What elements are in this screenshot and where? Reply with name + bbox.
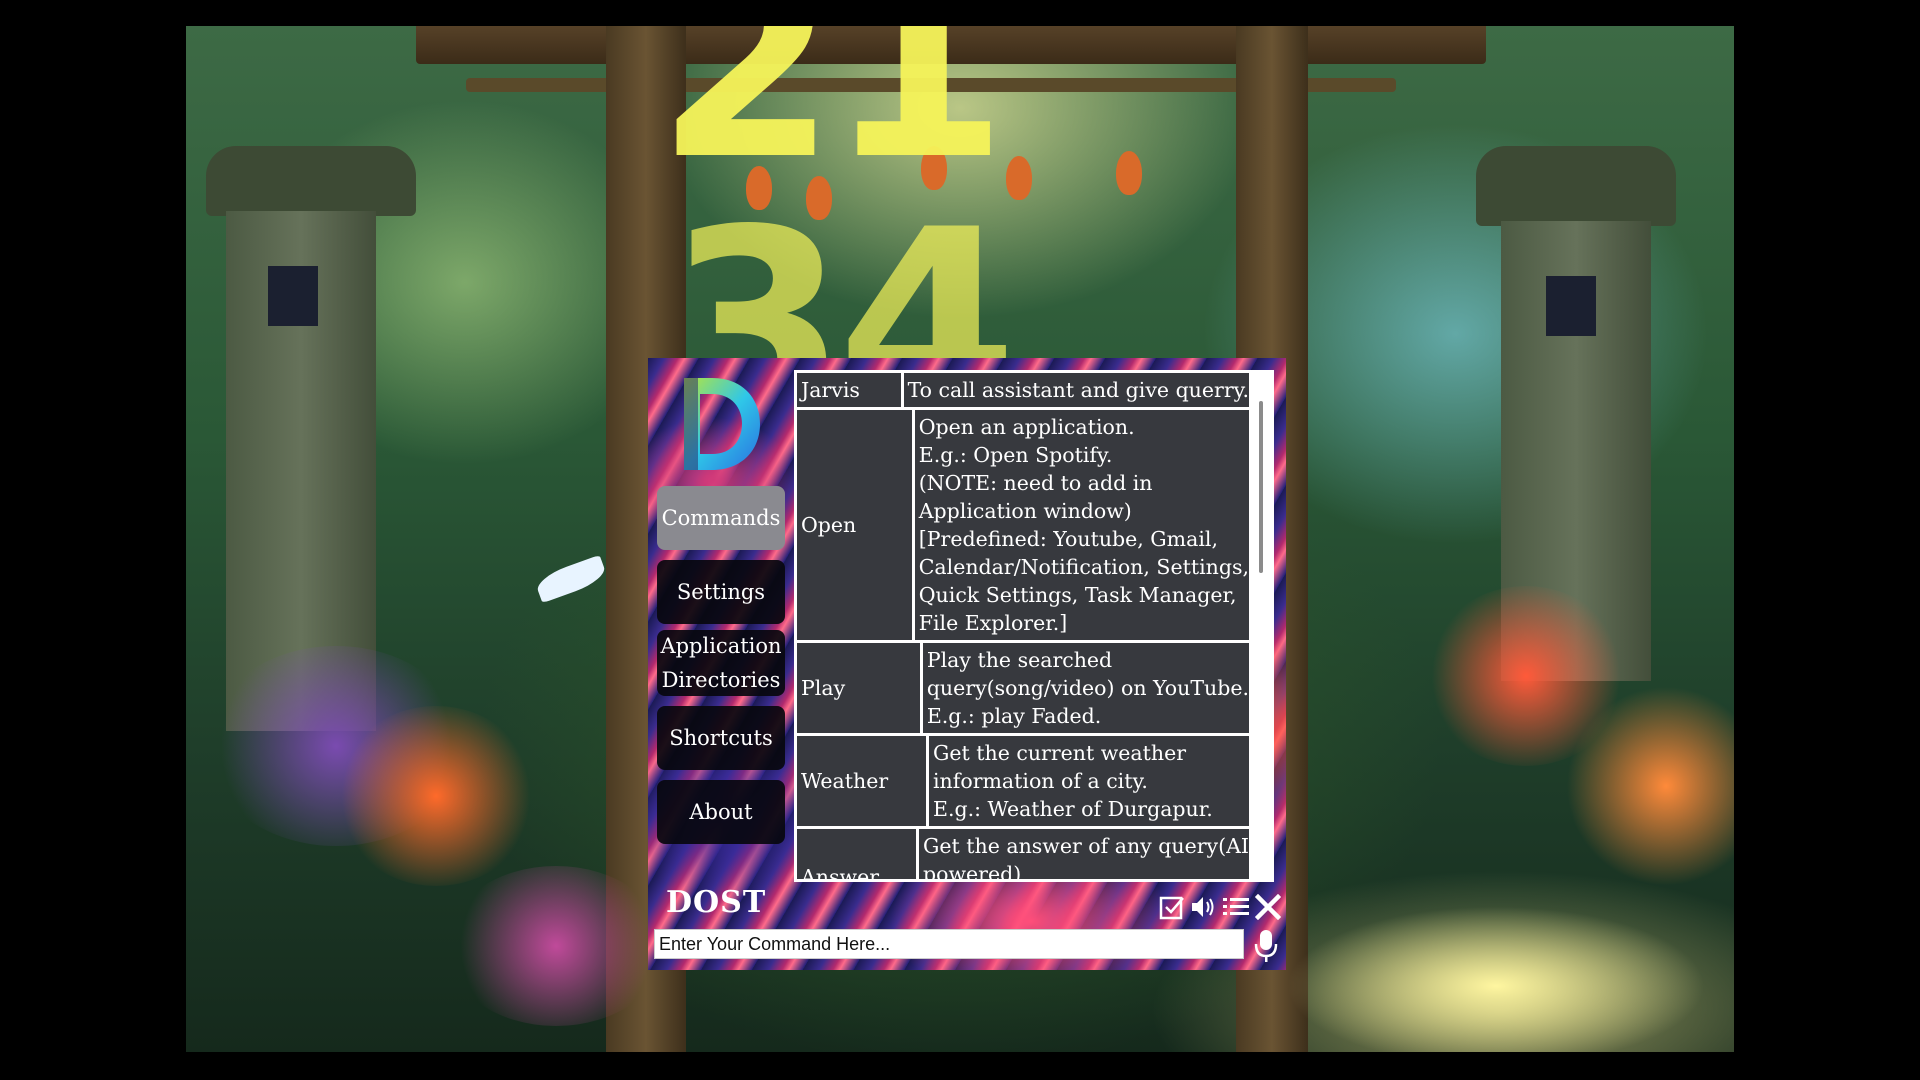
desc-line: Get the current weather [933,741,1186,765]
command-name: Jarvis [797,373,904,407]
microphone-icon[interactable] [1254,928,1278,964]
command-description: To call assistant and give querry. [904,373,1249,407]
table-row: Play Play the searched query(song/video)… [797,643,1249,736]
speaker-icon [1192,897,1214,917]
desc-line: Quick Settings, Task Manager, [918,583,1237,607]
nav-shortcuts-label: Shortcuts [669,726,773,750]
table-row: Jarvis To call assistant and give querry… [797,373,1249,410]
desc-line: (NOTE: need to add in [918,471,1153,495]
nav-about-button[interactable]: About [657,780,785,844]
command-description: Open an application. E.g.: Open Spotify.… [915,410,1249,640]
stone-lantern-window [268,266,318,326]
dost-logo-icon [684,378,760,470]
desc-line: File Explorer.] [918,611,1068,635]
checkbox-button[interactable] [1158,893,1186,921]
charm [1116,151,1142,195]
nav-commands-label: Commands [661,506,781,530]
command-description: Get the answer of any query(AI powered) [919,829,1249,882]
desc-line: E.g.: Open Spotify. [918,443,1113,467]
command-name: Open [797,410,915,640]
nav-settings-button[interactable]: Settings [657,560,785,624]
stone-lantern-right-roof [1476,146,1676,226]
table-row: Weather Get the current weather informat… [797,736,1249,829]
desc-line: Calendar/Notification, Settings, [918,555,1249,579]
close-icon [1255,894,1281,920]
flower-patch [446,866,666,1026]
bird [533,554,609,604]
nav-about-label: About [689,800,753,824]
flower-patch [336,706,536,886]
nav-settings-label: Settings [676,580,766,604]
brand-title: DOST [666,885,767,920]
wallpaper-big-text-top: 21 [656,26,1008,217]
checkbox-icon [1159,896,1184,920]
list-button[interactable] [1222,893,1250,921]
command-name: Play [797,643,923,733]
scrollbar-thumb[interactable] [1259,401,1263,573]
assistant-window: Commands Settings Application Directorie… [648,358,1286,970]
nav-commands-button[interactable]: Commands [657,486,785,550]
list-icon [1223,898,1249,915]
panel-scrollbar[interactable] [1249,373,1271,879]
desc-line: powered) [923,862,1022,882]
table-row: Answer Get the answer of any query(AI po… [797,829,1249,882]
command-name: Answer [797,829,919,879]
sunlit-path [1286,906,1706,1052]
desc-line: Application window) [918,499,1132,523]
close-button[interactable] [1254,893,1282,921]
desc-line: [Predefined: Youtube, Gmail, [918,527,1218,551]
desc-line: information of a city. [933,769,1148,793]
nav-application-directories-button[interactable]: Application Directories [657,630,785,696]
desc-line: E.g.: play Faded. [926,704,1102,728]
desc-line: To call assistant and give querry. [907,378,1249,402]
charm [1006,156,1032,200]
nav-directories-label-line2: Directories [661,668,781,692]
command-name: Weather [797,736,929,826]
nav-shortcuts-button[interactable]: Shortcuts [657,706,785,770]
command-description: Play the searched query(song/video) on Y… [923,643,1249,733]
desc-line: E.g.: Weather of Durgapur. [933,797,1213,821]
commands-panel[interactable]: Jarvis To call assistant and give querry… [794,370,1274,882]
nav-directories-label-line1: Application [660,634,782,658]
desc-line: query(song/video) on YouTube. [926,676,1249,700]
command-description: Get the current weather information of a… [929,736,1249,826]
speaker-button[interactable] [1190,893,1218,921]
stone-lantern-window [1546,276,1596,336]
desc-line: Open an application. [918,415,1135,439]
desc-line: Get the answer of any query(AI [923,834,1249,858]
commands-table: Jarvis To call assistant and give querry… [797,373,1249,882]
desc-line: Play the searched [926,648,1113,672]
table-row: Open Open an application. E.g.: Open Spo… [797,410,1249,643]
stone-lantern-left-roof [206,146,416,216]
command-input[interactable] [654,929,1244,959]
